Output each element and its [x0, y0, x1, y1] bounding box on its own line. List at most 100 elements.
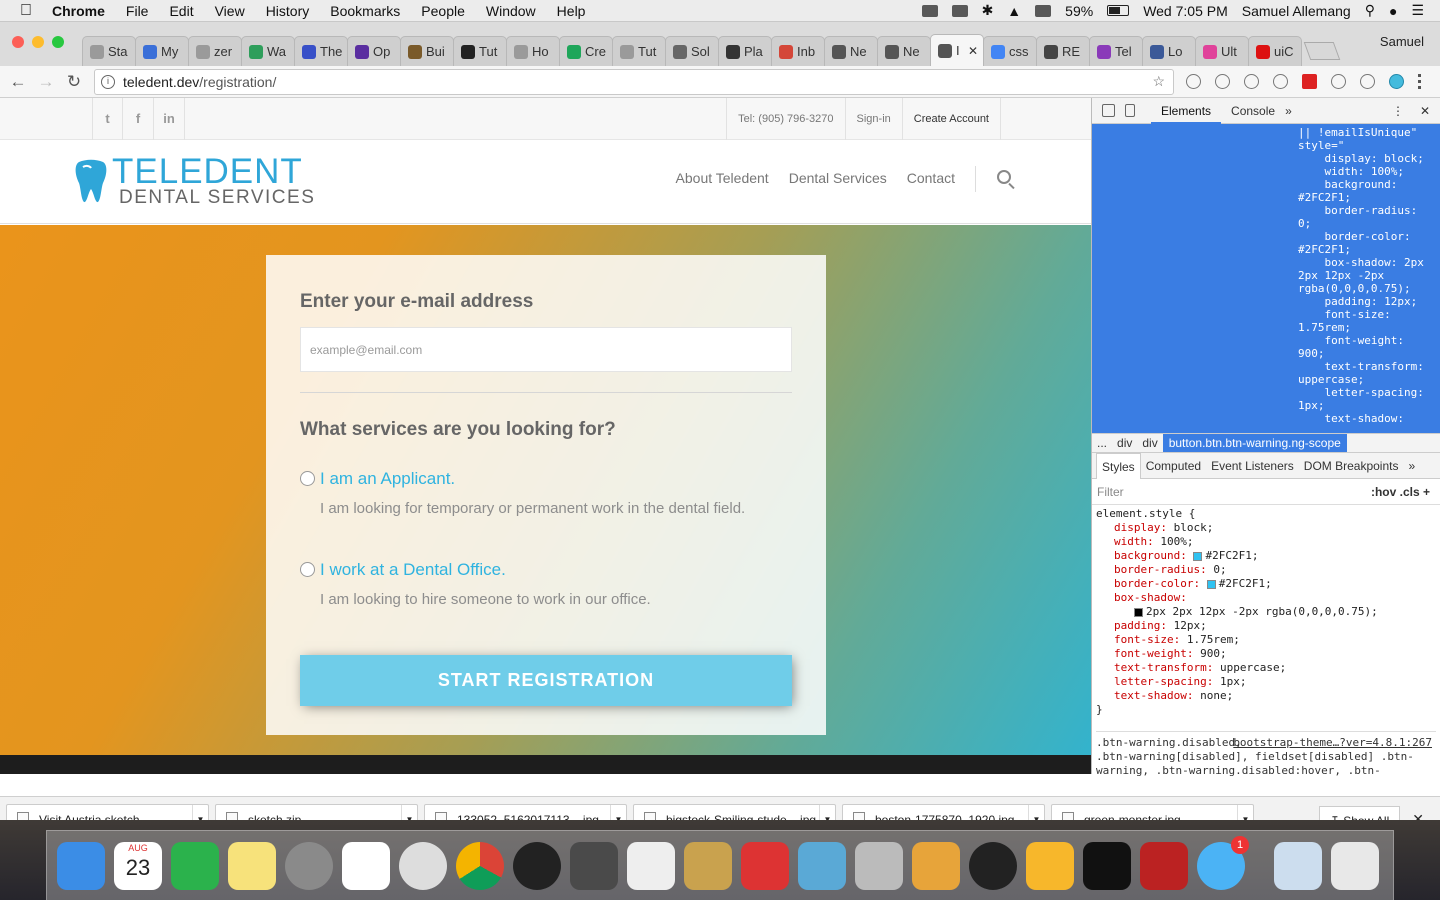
devtools-menu-icon[interactable]: ⋮ [1392, 104, 1404, 118]
tray-icon[interactable] [951, 4, 968, 17]
browser-tab[interactable]: Op [347, 36, 401, 66]
applicant-title[interactable]: I am an Applicant. [320, 469, 792, 489]
style-property[interactable]: width: 100%; [1096, 535, 1436, 549]
sublime-text-icon[interactable] [570, 841, 618, 890]
property-name[interactable]: text-transform [1114, 661, 1207, 674]
site-logo[interactable]: TELEDENT DENTAL SERVICES [74, 154, 315, 207]
zoom-window-icon[interactable] [52, 36, 64, 48]
transmit-icon[interactable] [684, 841, 732, 890]
menu-item[interactable]: History [266, 3, 310, 19]
extension-icon[interactable] [1186, 74, 1201, 89]
property-value[interactable]: 900; [1200, 647, 1227, 660]
property-value[interactable]: uppercase; [1220, 661, 1286, 674]
browser-tab[interactable]: Inb [771, 36, 825, 66]
browser-tab[interactable]: Tel [1089, 36, 1143, 66]
dental-office-option[interactable]: I work at a Dental Office. I am looking … [300, 560, 792, 608]
signin-link[interactable]: Sign-in [844, 98, 902, 140]
extension-icon[interactable] [1273, 74, 1288, 89]
user-name[interactable]: Samuel Allemang [1242, 3, 1351, 19]
tab-active[interactable]: I ✕ [930, 34, 984, 66]
applicant-option[interactable]: I am an Applicant. I am looking for temp… [300, 469, 792, 517]
property-name[interactable]: padding [1114, 619, 1160, 632]
rule-source-link[interactable]: bootstrap-theme…?ver=4.8.1:267 [1233, 736, 1432, 750]
messages-icon[interactable]: 1 [1197, 835, 1249, 890]
browser-tab[interactable]: Cre [559, 36, 613, 66]
extension-icon[interactable] [1389, 74, 1404, 89]
extension-icon[interactable] [1244, 74, 1259, 89]
property-name[interactable]: letter-spacing [1114, 675, 1207, 688]
property-value[interactable]: #2FC2F1; [1205, 549, 1258, 562]
battery-percent[interactable]: 59% [1065, 3, 1093, 19]
property-value[interactable]: block; [1174, 521, 1214, 534]
nav-dental-services[interactable]: Dental Services [789, 170, 887, 192]
tab-computed[interactable]: Computed [1141, 453, 1206, 479]
property-name[interactable]: background [1114, 549, 1180, 562]
notes-icon[interactable] [228, 841, 276, 890]
menu-icon[interactable] [1418, 74, 1422, 89]
app-icon[interactable] [912, 841, 960, 890]
browser-tab[interactable]: Tut [612, 36, 666, 66]
bookmark-star-icon[interactable]: ☆ [1152, 73, 1165, 90]
obs-icon[interactable] [969, 841, 1017, 890]
applicant-radio[interactable] [300, 471, 315, 486]
system-preferences-icon[interactable] [285, 841, 333, 890]
menu-item[interactable]: File [126, 3, 149, 19]
dental-office-radio[interactable] [300, 562, 315, 577]
forward-icon[interactable]: → [32, 72, 60, 92]
nav-about[interactable]: About Teledent [676, 170, 769, 192]
airplay-icon[interactable] [1035, 4, 1052, 17]
minimize-window-icon[interactable] [32, 36, 44, 48]
style-property[interactable]: text-shadow: none; [1096, 689, 1436, 703]
tab-console[interactable]: Console [1221, 98, 1285, 124]
browser-tab[interactable]: RE [1036, 36, 1090, 66]
app-icon[interactable] [798, 841, 846, 890]
property-name[interactable]: text-shadow [1114, 689, 1187, 702]
scrivener-icon[interactable] [855, 841, 903, 890]
pocket-icon[interactable] [1360, 74, 1375, 89]
property-name[interactable]: border-color [1114, 577, 1193, 590]
property-value[interactable]: 12px; [1174, 619, 1207, 632]
trash-icon[interactable] [1331, 841, 1379, 890]
extension-icon[interactable] [1302, 74, 1317, 89]
browser-tab[interactable]: Lo [1142, 36, 1196, 66]
facebook-icon[interactable]: f [123, 98, 154, 140]
browser-tab[interactable]: Ne [877, 36, 931, 66]
property-value[interactable]: 0; [1213, 563, 1226, 576]
property-value[interactable]: 1px; [1220, 675, 1247, 688]
menu-item[interactable]: View [215, 3, 245, 19]
crumb[interactable]: div [1112, 436, 1137, 450]
device-toolbar-icon[interactable] [1125, 104, 1135, 117]
property-name[interactable]: font-weight [1114, 647, 1187, 660]
twitter-icon[interactable]: t [92, 98, 123, 140]
reload-icon[interactable]: ↻ [60, 72, 88, 92]
tray-icon[interactable] [921, 4, 938, 17]
style-property[interactable]: box-shadow: [1096, 591, 1436, 605]
spotlight-icon[interactable]: ⚲ [1365, 2, 1375, 19]
tab-styles[interactable]: Styles [1096, 452, 1141, 479]
phone-number[interactable]: Tel: (905) 796-3270 [726, 98, 844, 140]
battery-icon[interactable] [1107, 5, 1130, 16]
tab-event-listeners[interactable]: Event Listeners [1206, 453, 1299, 479]
address-bar[interactable]: i teledent.dev/registration/ ☆ [94, 68, 1174, 95]
crumb[interactable]: ... [1092, 436, 1112, 450]
sketch-icon[interactable] [1026, 841, 1074, 890]
profile-button[interactable]: Samuel [1380, 34, 1424, 49]
crumb-selected[interactable]: button.btn.btn-warning.ng-scope [1162, 434, 1347, 452]
style-property[interactable]: display: block; [1096, 521, 1436, 535]
style-property[interactable]: font-weight: 900; [1096, 647, 1436, 661]
finder-icon[interactable] [57, 841, 105, 890]
menu-item[interactable]: Edit [169, 3, 193, 19]
menu-item[interactable]: Bookmarks [330, 3, 400, 19]
browser-tab[interactable]: css [983, 36, 1037, 66]
joystick-icon[interactable] [1140, 841, 1188, 890]
close-window-icon[interactable] [12, 36, 24, 48]
style-property[interactable]: font-size: 1.75rem; [1096, 633, 1436, 647]
feedly-icon[interactable] [171, 841, 219, 890]
extension-icon[interactable] [1215, 74, 1230, 89]
style-property[interactable]: border-radius: 0; [1096, 563, 1436, 577]
wifi-icon[interactable]: ▲ [1007, 3, 1021, 19]
extension-icon[interactable] [1331, 74, 1346, 89]
browser-tab[interactable]: Sta [82, 36, 136, 66]
chrome-icon[interactable] [456, 841, 504, 890]
style-property[interactable]: background: #2FC2F1; [1096, 549, 1436, 563]
